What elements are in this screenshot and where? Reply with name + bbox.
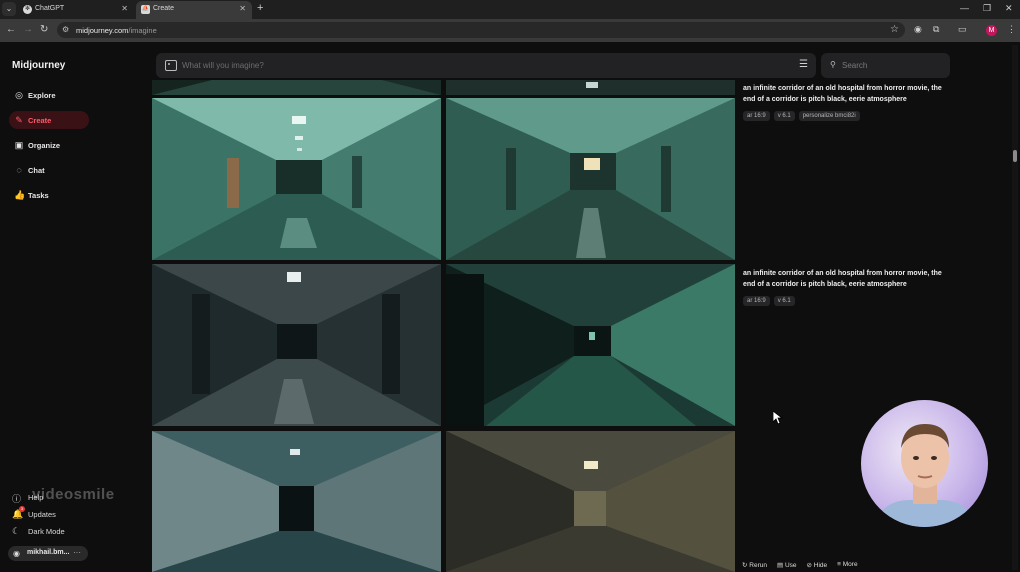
image-thumbnail[interactable] bbox=[152, 431, 441, 572]
side-panel-icon[interactable]: ▭ bbox=[958, 24, 967, 35]
search-icon: ⚲ bbox=[830, 60, 836, 69]
param-chip[interactable]: ar 16:9 bbox=[743, 296, 770, 306]
job-prompt-text[interactable]: an infinite corridor of an old hospital … bbox=[743, 84, 943, 105]
new-tab-plus-icon[interactable]: + bbox=[257, 2, 263, 14]
webcam-presenter-overlay bbox=[861, 400, 988, 527]
image-thumbnail[interactable] bbox=[152, 98, 441, 260]
moon-icon: ☾ bbox=[12, 526, 21, 536]
sidebar-dark-mode-label: Dark Mode bbox=[28, 527, 65, 536]
image-thumbnail[interactable] bbox=[152, 80, 441, 95]
tab-title: Create bbox=[153, 5, 175, 12]
corridor-image bbox=[152, 98, 441, 260]
mouse-cursor-icon bbox=[773, 411, 783, 425]
midjourney-icon: ⛵ bbox=[141, 5, 150, 14]
sidebar-item-create[interactable]: ✎ Create bbox=[9, 111, 89, 129]
prompt-placeholder: What will you imagine? bbox=[182, 61, 264, 70]
sidebar-item-explore[interactable]: ◎ Explore bbox=[9, 86, 89, 104]
brand-logo[interactable]: Midjourney bbox=[12, 60, 65, 71]
chat-icon: ◌ bbox=[16, 165, 22, 175]
sidebar-item-label: Tasks bbox=[28, 191, 49, 200]
rerun-button[interactable]: ↻ Rerun bbox=[742, 561, 767, 569]
job-prompt-text[interactable]: an infinite corridor of an old hospital … bbox=[743, 269, 943, 290]
use-button[interactable]: ▤ Use bbox=[777, 561, 797, 569]
window-close-icon[interactable]: ✕ bbox=[1005, 3, 1013, 14]
corridor-image bbox=[446, 98, 735, 260]
tab-chatgpt[interactable]: ✻ ChatGPT ✕ bbox=[18, 1, 134, 19]
param-chip[interactable]: ar 16:9 bbox=[743, 111, 770, 121]
browser-toolbar: ← → ↻ ⚙ midjourney.com/imagine ☆ bbox=[0, 19, 1020, 42]
tab-title: ChatGPT bbox=[35, 5, 65, 12]
account-menu[interactable]: ◉ mikhail.bm... ··· bbox=[8, 546, 88, 561]
corridor-image bbox=[152, 264, 441, 426]
thumbs-up-icon: 👍 bbox=[14, 190, 26, 200]
sidebar-updates-label: Updates bbox=[28, 510, 56, 519]
sidebar-item-label: Organize bbox=[28, 141, 61, 150]
compass-icon: ◎ bbox=[15, 90, 23, 100]
watermark-logo: videosmile bbox=[32, 486, 115, 503]
corridor-image bbox=[152, 431, 441, 572]
more-button[interactable]: ≡ More bbox=[837, 561, 857, 569]
minimize-icon[interactable]: — bbox=[960, 3, 969, 13]
image-thumbnail[interactable] bbox=[446, 98, 735, 260]
presenter-portrait bbox=[879, 424, 971, 527]
sidebar-item-label: Explore bbox=[28, 91, 56, 100]
page-scrollbar[interactable] bbox=[1012, 45, 1018, 570]
back-arrow-icon[interactable]: ← bbox=[6, 24, 16, 35]
hide-button[interactable]: ⊘ Hide bbox=[807, 561, 828, 569]
help-icon: ⓘ bbox=[12, 494, 22, 504]
tab-search-chevron-icon[interactable]: ⌄ bbox=[2, 2, 16, 16]
profile-avatar[interactable]: M bbox=[986, 25, 997, 36]
address-bar[interactable]: ⚙ midjourney.com/imagine ☆ bbox=[57, 22, 905, 38]
search-input[interactable]: ⚲ Search bbox=[821, 53, 950, 78]
corridor-image bbox=[446, 80, 735, 95]
extension-icon[interactable]: ◉ bbox=[914, 24, 922, 35]
sidebar-item-organize[interactable]: ▣ Organize bbox=[9, 136, 89, 154]
brush-icon: ✎ bbox=[15, 115, 23, 125]
puzzle-icon[interactable]: ⧉ bbox=[933, 24, 939, 35]
more-dots-icon[interactable]: ··· bbox=[73, 548, 81, 557]
param-chip[interactable]: v 6.1 bbox=[773, 111, 795, 121]
restore-icon[interactable]: ❐ bbox=[983, 3, 991, 14]
sidebar-item-tasks[interactable]: 👍 Tasks bbox=[9, 186, 89, 204]
prompt-input[interactable]: What will you imagine? ☰ bbox=[156, 53, 816, 78]
sidebar-item-label: Chat bbox=[28, 166, 45, 175]
browser-tab-strip: ⌄ ✻ ChatGPT ✕ ⛵ Create ✕ + — ❐ ✕ bbox=[0, 0, 1020, 19]
corridor-image bbox=[152, 80, 441, 95]
param-chip[interactable]: v 6.1 bbox=[773, 296, 795, 306]
search-placeholder: Search bbox=[842, 61, 868, 70]
image-thumbnail[interactable] bbox=[446, 264, 735, 426]
site-info-icon[interactable]: ⚙ bbox=[62, 25, 69, 34]
close-icon[interactable]: ✕ bbox=[239, 4, 246, 13]
job-actions: ↻ Rerun ▤ Use ⊘ Hide ≡ More bbox=[742, 561, 858, 569]
close-icon[interactable]: ✕ bbox=[121, 4, 128, 13]
scrollbar-thumb[interactable] bbox=[1013, 150, 1017, 162]
url-text[interactable]: midjourney.com/imagine bbox=[76, 26, 157, 35]
job-params: ar 16:9 v 6.1 personalize bmci82i bbox=[743, 111, 860, 121]
gallery-icon: ▣ bbox=[14, 140, 24, 150]
bookmark-star-icon[interactable]: ☆ bbox=[890, 24, 899, 35]
job-params: ar 16:9 v 6.1 bbox=[743, 296, 795, 306]
updates-count-badge: 3 bbox=[19, 506, 25, 512]
sidebar-item-label: Create bbox=[28, 116, 52, 125]
openai-icon: ✻ bbox=[23, 5, 32, 14]
param-chip[interactable]: personalize bmci82i bbox=[798, 111, 860, 121]
corridor-image bbox=[446, 264, 735, 426]
use-icon: ▤ bbox=[776, 562, 785, 569]
settings-sliders-icon[interactable]: ☰ bbox=[799, 59, 808, 70]
image-thumbnail[interactable] bbox=[152, 264, 441, 426]
sidebar-item-chat[interactable]: ◌ Chat bbox=[9, 161, 89, 179]
corridor-image bbox=[446, 431, 735, 572]
tab-create[interactable]: ⛵ Create ✕ bbox=[136, 1, 252, 19]
image-upload-icon[interactable] bbox=[165, 60, 177, 71]
eye-off-icon: ⊘ bbox=[806, 562, 814, 569]
image-thumbnail[interactable] bbox=[446, 80, 735, 95]
account-name: mikhail.bm... bbox=[27, 549, 70, 556]
forward-arrow-icon[interactable]: → bbox=[23, 24, 33, 35]
kebab-menu-icon[interactable]: ⋮ bbox=[1007, 24, 1016, 35]
user-avatar-icon: ◉ bbox=[13, 549, 20, 558]
image-thumbnail[interactable] bbox=[446, 431, 735, 572]
reload-icon[interactable]: ↻ bbox=[40, 24, 48, 35]
